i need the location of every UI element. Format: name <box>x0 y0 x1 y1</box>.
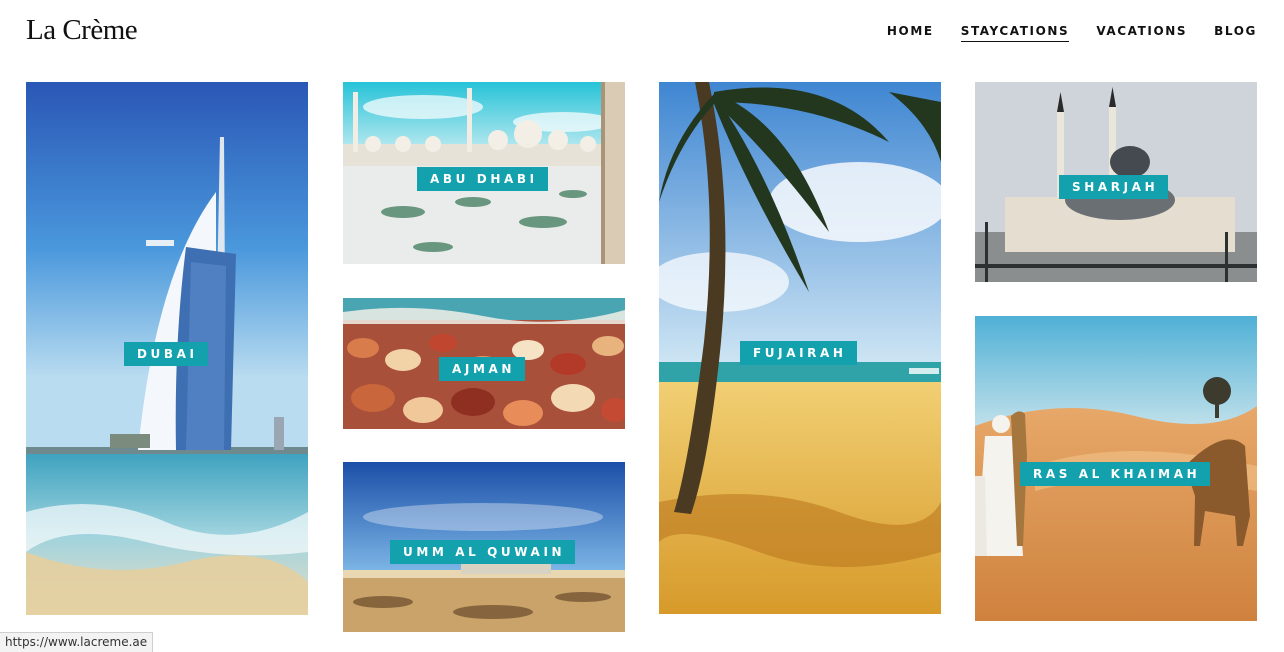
site-logo[interactable]: La Crème <box>26 14 138 47</box>
label-umm-al-quwain[interactable]: UMM AL QUWAIN <box>390 540 576 564</box>
tile-ajman[interactable]: AJMAN <box>343 298 625 429</box>
label-abu-dhabi[interactable]: ABU DHABI <box>417 167 548 191</box>
tile-sharjah[interactable]: SHARJAH <box>975 82 1257 282</box>
site-header: La Crème HOME STAYCATIONS VACATIONS BLOG <box>0 0 1284 70</box>
browser-status-url: https://www.lacreme.ae <box>0 632 154 652</box>
nav-staycations[interactable]: STAYCATIONS <box>960 24 1070 42</box>
tile-umm-al-quwain[interactable]: UMM AL QUWAIN <box>343 462 625 632</box>
tile-abu-dhabi[interactable]: ABU DHABI <box>343 82 625 264</box>
label-sharjah[interactable]: SHARJAH <box>1059 175 1169 199</box>
label-ras-al-khaimah[interactable]: RAS AL KHAIMAH <box>1020 462 1211 486</box>
nav-vacations[interactable]: VACATIONS <box>1096 24 1187 42</box>
main-nav: HOME STAYCATIONS VACATIONS BLOG <box>887 24 1257 42</box>
tile-dubai[interactable]: DUBAI <box>26 82 308 615</box>
label-fujairah[interactable]: FUJAIRAH <box>740 341 857 365</box>
tile-ras-al-khaimah[interactable]: RAS AL KHAIMAH <box>975 316 1257 621</box>
tile-fujairah[interactable]: FUJAIRAH <box>659 82 941 614</box>
nav-home[interactable]: HOME <box>887 24 934 42</box>
label-dubai[interactable]: DUBAI <box>124 342 208 366</box>
label-ajman[interactable]: AJMAN <box>439 357 526 381</box>
nav-blog[interactable]: BLOG <box>1214 24 1257 42</box>
